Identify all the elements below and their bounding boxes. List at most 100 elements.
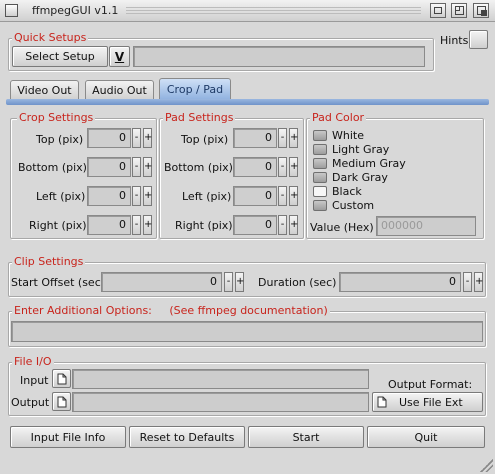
- pad-color-option-light-gray[interactable]: Light Gray: [313, 143, 389, 156]
- tab-audio-out[interactable]: Audio Out: [85, 80, 154, 100]
- output-file-label: Output: [11, 396, 50, 409]
- pad-bottom-decrement[interactable]: -: [278, 157, 287, 177]
- crop-left-label: Left (pix): [36, 190, 86, 203]
- duration-increment[interactable]: +: [474, 272, 483, 292]
- option-label: White: [332, 129, 364, 142]
- pad-color-label: Pad Color: [310, 111, 367, 124]
- pad-bottom-increment[interactable]: +: [289, 157, 298, 177]
- window-menu-icon[interactable]: [5, 4, 18, 17]
- pad-left-input[interactable]: 0: [233, 186, 277, 206]
- crop-bottom-increment[interactable]: +: [143, 157, 152, 177]
- additional-options-label: Enter Additional Options: (See ffmpeg do…: [12, 304, 330, 317]
- pad-top-increment[interactable]: +: [289, 128, 298, 148]
- input-file-field[interactable]: [72, 369, 369, 389]
- crop-settings-label: Crop Settings: [17, 111, 96, 124]
- tab-crop-pad[interactable]: Crop / Pad: [159, 78, 231, 100]
- crop-top-input[interactable]: 0: [87, 128, 131, 148]
- option-label: Dark Gray: [332, 171, 388, 184]
- pad-right-increment[interactable]: +: [289, 215, 298, 235]
- radio-indicator: [313, 158, 327, 169]
- quit-button[interactable]: Quit: [367, 426, 485, 448]
- pad-left-label: Left (pix): [182, 190, 232, 203]
- radio-indicator: [313, 200, 327, 211]
- duration-decrement[interactable]: -: [463, 272, 472, 292]
- crop-left-increment[interactable]: +: [143, 186, 152, 206]
- file-ext-icon: [377, 396, 387, 408]
- crop-left-decrement[interactable]: -: [132, 186, 141, 206]
- dropdown-glyph: V: [114, 49, 125, 64]
- hints-checkbox[interactable]: [469, 30, 488, 49]
- pad-color-option-white[interactable]: White: [313, 129, 364, 142]
- pad-right-input[interactable]: 0: [233, 215, 277, 235]
- crop-right-label: Right (pix): [29, 219, 87, 232]
- start-offset-input[interactable]: 0: [101, 272, 222, 292]
- radio-indicator: [313, 144, 327, 155]
- crop-top-increment[interactable]: +: [143, 128, 152, 148]
- pad-color-option-dark-gray[interactable]: Dark Gray: [313, 171, 388, 184]
- additional-options-input[interactable]: [11, 321, 483, 342]
- output-format-value: Use File Ext: [399, 395, 463, 409]
- pad-right-label: Right (pix): [175, 219, 233, 232]
- hex-placeholder: 000000: [381, 219, 423, 232]
- pad-color-option-black[interactable]: Black: [313, 185, 362, 198]
- input-file-browse-icon[interactable]: [52, 369, 71, 388]
- resize-grip-icon[interactable]: [480, 459, 493, 472]
- crop-top-label: Top (pix): [36, 133, 84, 146]
- file-io-label: File I/O: [12, 355, 54, 368]
- pad-right-decrement[interactable]: -: [278, 215, 287, 235]
- input-file-info-button[interactable]: Input File Info: [10, 426, 126, 448]
- title-bar: ffmpegGUI v1.1: [0, 0, 495, 22]
- output-format-button[interactable]: Use File Ext: [372, 392, 483, 412]
- pad-left-decrement[interactable]: -: [278, 186, 287, 206]
- radio-indicator: [313, 130, 327, 141]
- start-offset-increment[interactable]: +: [235, 272, 244, 292]
- pad-color-hex-label: Value (Hex): [310, 221, 374, 234]
- crop-right-input[interactable]: 0: [87, 215, 131, 235]
- crop-left-input[interactable]: 0: [87, 186, 131, 206]
- pad-settings-label: Pad Settings: [163, 111, 236, 124]
- pad-bottom-input[interactable]: 0: [233, 157, 277, 177]
- crop-bottom-input[interactable]: 0: [87, 157, 131, 177]
- crop-bottom-label: Bottom (pix): [18, 161, 87, 174]
- hints-label: Hints: [440, 34, 469, 47]
- pad-color-option-custom[interactable]: Custom: [313, 199, 374, 212]
- clip-settings-label: Clip Settings: [12, 255, 86, 268]
- radio-indicator-selected: [313, 186, 327, 197]
- start-offset-decrement[interactable]: -: [224, 272, 233, 292]
- input-file-label: Input: [20, 374, 49, 387]
- quick-setup-field[interactable]: [133, 46, 425, 67]
- pad-top-decrement[interactable]: -: [278, 128, 287, 148]
- pad-top-input[interactable]: 0: [233, 128, 277, 148]
- crop-right-increment[interactable]: +: [143, 215, 152, 235]
- crop-top-decrement[interactable]: -: [132, 128, 141, 148]
- duration-label: Duration (sec): [258, 276, 337, 289]
- start-button[interactable]: Start: [248, 426, 364, 448]
- pad-color-option-medium-gray[interactable]: Medium Gray: [313, 157, 406, 170]
- reset-defaults-button[interactable]: Reset to Defaults: [129, 426, 245, 448]
- start-offset-label: Start Offset (sec): [11, 276, 106, 289]
- crop-right-decrement[interactable]: -: [132, 215, 141, 235]
- pad-bottom-label: Bottom (pix): [164, 161, 233, 174]
- select-setup-button[interactable]: Select Setup: [12, 46, 108, 67]
- pad-color-hex-input[interactable]: 000000: [376, 216, 476, 236]
- option-label: Light Gray: [332, 143, 390, 156]
- option-label: Custom: [332, 199, 375, 212]
- title-bar-stripes: [126, 7, 421, 16]
- iconify-icon[interactable]: [430, 3, 446, 18]
- quick-setups-label: Quick Setups: [12, 31, 89, 44]
- pad-top-label: Top (pix): [181, 133, 229, 146]
- output-file-field[interactable]: [72, 392, 369, 412]
- output-file-browse-icon[interactable]: [52, 392, 71, 411]
- depth-icon[interactable]: [473, 3, 489, 18]
- option-label: Black: [332, 185, 362, 198]
- option-label: Medium Gray: [332, 157, 406, 170]
- tab-strip-underline: [6, 99, 489, 105]
- radio-indicator: [313, 172, 327, 183]
- tab-video-out[interactable]: Video Out: [10, 80, 79, 100]
- crop-bottom-decrement[interactable]: -: [132, 157, 141, 177]
- zoom-icon[interactable]: [451, 3, 467, 18]
- duration-input[interactable]: 0: [339, 272, 461, 292]
- window-title: ffmpegGUI v1.1: [32, 4, 119, 17]
- pad-left-increment[interactable]: +: [289, 186, 298, 206]
- setup-dropdown-button[interactable]: V: [109, 46, 130, 67]
